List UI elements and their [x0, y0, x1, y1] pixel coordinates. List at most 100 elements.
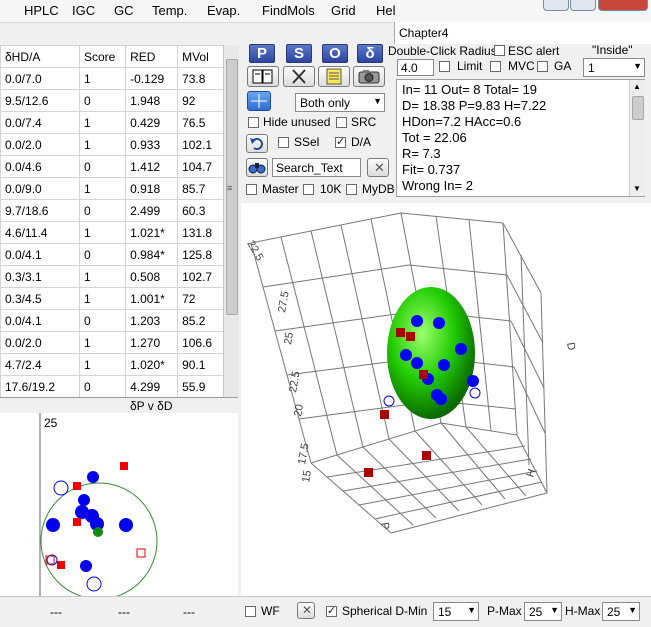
menu-hplc[interactable]: HPLC: [24, 3, 59, 18]
table-row[interactable]: 17.6/19.2 0 4.299 55.9: [0, 375, 238, 397]
close-icon[interactable]: [598, 0, 648, 11]
table-cell[interactable]: 17.6/19.2: [0, 375, 80, 397]
menu-help[interactable]: Hel: [376, 3, 396, 18]
table-cell[interactable]: 0.0/2.0: [0, 133, 80, 156]
menu-igc[interactable]: IGC: [72, 3, 95, 18]
hide-unused-checkbox[interactable]: [248, 117, 259, 128]
good-solvent-point[interactable]: [455, 343, 467, 355]
table-cell[interactable]: 1: [78, 177, 127, 200]
bad-solvent-point-2d[interactable]: [73, 518, 81, 526]
table-cell[interactable]: 2.499: [125, 199, 179, 222]
table-cell[interactable]: 0.3/4.5: [0, 287, 80, 310]
menu-grid[interactable]: Grid: [331, 3, 356, 18]
bad-solvent-point-2d[interactable]: [136, 548, 146, 558]
table-row[interactable]: 0.0/4.1 0 1.203 85.2: [0, 309, 238, 332]
mydb-checkbox[interactable]: [346, 184, 357, 195]
table-cell[interactable]: 0.0/4.1: [0, 243, 80, 266]
table-cell[interactable]: 0.429: [125, 111, 179, 134]
solvent-point-2d[interactable]: [86, 576, 102, 592]
table-row[interactable]: 0.0/2.0 1 1.270 106.6: [0, 331, 238, 354]
column-header[interactable]: RED: [125, 45, 179, 68]
good-solvent-point[interactable]: [467, 375, 479, 387]
table-row[interactable]: 0.0/4.1 0 0.984* 125.8: [0, 243, 238, 266]
table-cell[interactable]: 9.7/18.6: [0, 199, 80, 222]
info-scrollbar[interactable]: ▲ ▼: [629, 80, 645, 196]
table-cell[interactable]: 1.948: [125, 89, 179, 112]
reset-button[interactable]: ✕: [297, 602, 315, 619]
mode-select[interactable]: Both only ▼: [295, 93, 385, 112]
menu-evap[interactable]: Evap.: [207, 3, 240, 18]
bad-solvent-point-2d[interactable]: [120, 462, 128, 470]
ga-checkbox[interactable]: [537, 61, 548, 72]
dp-dd-plot[interactable]: 25: [0, 413, 238, 600]
camera-button[interactable]: [353, 66, 385, 87]
table-row[interactable]: 9.7/18.6 0 2.499 60.3: [0, 199, 238, 222]
menu-gc[interactable]: GC: [114, 3, 134, 18]
spherical-checkbox[interactable]: [326, 604, 337, 617]
table-cell[interactable]: 1: [78, 67, 127, 90]
dmin-select[interactable]: 15 ▼: [433, 602, 479, 621]
radius-input[interactable]: 4.0: [397, 59, 434, 76]
column-header[interactable]: Score: [78, 45, 127, 68]
table-cell[interactable]: 1.412: [125, 155, 179, 178]
solvent-point-2d[interactable]: [87, 471, 99, 483]
hsp-3d-plot[interactable]: 22.5 27.5 25 22.5 20 17.5 15 D H P: [241, 203, 651, 596]
table-cell[interactable]: 0: [78, 375, 127, 397]
binoculars-button[interactable]: [246, 158, 268, 177]
table-cell[interactable]: 1: [78, 111, 127, 134]
table-row[interactable]: 4.7/2.4 1 1.020* 90.1: [0, 353, 238, 376]
good-solvent-point[interactable]: [411, 315, 423, 327]
table-row[interactable]: 0.3/4.5 1 1.001* 72: [0, 287, 238, 310]
pmax-select[interactable]: 25 ▼: [524, 602, 562, 621]
table-cell[interactable]: 4.7/2.4: [0, 353, 80, 376]
table-cell[interactable]: 0.508: [125, 265, 179, 288]
inside-select[interactable]: 1 ▼: [583, 58, 645, 77]
table-cell[interactable]: 0: [78, 199, 127, 222]
scroll-thumb[interactable]: [632, 96, 644, 120]
bad-solvent-point-2d[interactable]: [73, 482, 81, 490]
table-scrollbar[interactable]: ≡: [223, 45, 239, 397]
solvent-point-2d[interactable]: [119, 518, 133, 532]
outlier-point[interactable]: [383, 395, 395, 407]
limit-checkbox[interactable]: [439, 61, 450, 72]
table-cell[interactable]: 1.001*: [125, 287, 179, 310]
table-cell[interactable]: 1: [78, 353, 127, 376]
search-clear-button[interactable]: ✕: [367, 158, 389, 177]
undo-button[interactable]: [246, 134, 268, 153]
table-cell[interactable]: 0: [78, 243, 127, 266]
table-cell[interactable]: -0.129: [125, 67, 179, 90]
menu-temp[interactable]: Temp.: [152, 3, 187, 18]
table-cell[interactable]: 1: [78, 287, 127, 310]
table-cell[interactable]: 1.270: [125, 331, 179, 354]
table-cell[interactable]: 1: [78, 331, 127, 354]
outlier-point[interactable]: [469, 387, 481, 399]
solvent-point-2d[interactable]: [53, 480, 69, 496]
table-cell[interactable]: 0.918: [125, 177, 179, 200]
table-cell[interactable]: 0.0/2.0: [0, 331, 80, 354]
table-cell[interactable]: 1.020*: [125, 353, 179, 376]
table-cell[interactable]: 0.933: [125, 133, 179, 156]
table-row[interactable]: 0.0/2.0 1 0.933 102.1: [0, 133, 238, 156]
bad-solvent-point-2d[interactable]: [57, 561, 65, 569]
good-solvent-point[interactable]: [438, 359, 450, 371]
table-cell[interactable]: 1: [78, 133, 127, 156]
table-cell[interactable]: 0.3/3.1: [0, 265, 80, 288]
good-solvent-point[interactable]: [400, 349, 412, 361]
clear-button[interactable]: [283, 66, 315, 87]
book-button[interactable]: [247, 66, 279, 87]
da-checkbox[interactable]: [335, 135, 346, 148]
chevron-up-icon[interactable]: ▲: [633, 82, 641, 91]
table-row[interactable]: 4.6/11.4 1 1.021* 131.8: [0, 221, 238, 244]
table-cell[interactable]: 0.0/4.1: [0, 309, 80, 332]
table-cell[interactable]: 0: [78, 155, 127, 178]
table-cell[interactable]: 0.0/4.6: [0, 155, 80, 178]
table-cell[interactable]: 0.0/7.4: [0, 111, 80, 134]
delta-button[interactable]: δ: [357, 44, 383, 63]
table-row[interactable]: 0.0/4.6 0 1.412 104.7: [0, 155, 238, 178]
table-row[interactable]: 0.0/7.4 1 0.429 76.5: [0, 111, 238, 134]
wf-checkbox[interactable]: [245, 606, 256, 617]
notes-button[interactable]: [318, 66, 350, 87]
table-cell[interactable]: 0.0/9.0: [0, 177, 80, 200]
column-header[interactable]: δHD/A: [0, 45, 80, 68]
hmax-select[interactable]: 25 ▼: [602, 602, 640, 621]
